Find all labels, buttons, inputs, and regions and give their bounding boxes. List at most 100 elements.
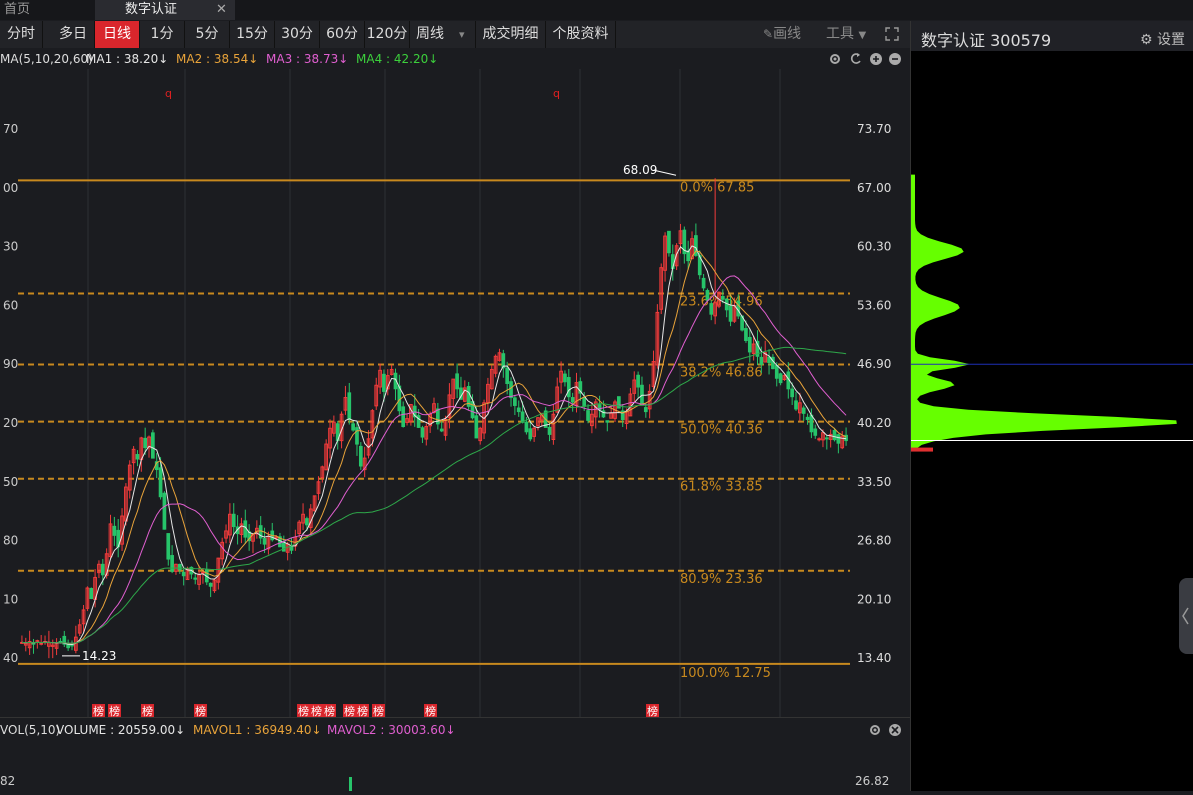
indicator-name[interactable]: MA(5,10,20,60) <box>0 52 93 66</box>
ma-legend: MA(5,10,20,60) MA1 : 38.20↓ MA2 : 38.54↓… <box>0 49 910 69</box>
draw-line-button[interactable]: ✎画线 <box>763 21 801 48</box>
y-axis-tick-label: 20.10 <box>857 592 891 606</box>
candle-body <box>289 546 294 551</box>
candle-body <box>747 336 752 353</box>
candle-body <box>509 381 513 399</box>
gear-icon[interactable] <box>870 725 880 735</box>
ma3-value: MA3 : 38.73↓ <box>266 52 349 66</box>
y-axis-left-tick-label: 70 <box>3 122 18 136</box>
candle-body <box>305 518 309 526</box>
list-badge-label: 榜 <box>93 704 104 717</box>
volume-left-axis-label: 82 <box>0 774 16 788</box>
y-axis-tick-label: 53.60 <box>857 298 891 312</box>
mavol2-value: MAVOL2 : 30003.60↓ <box>327 723 456 737</box>
ma4-value: MA4 : 42.20↓ <box>356 52 439 66</box>
period-weekly-label: 周线 <box>416 26 444 42</box>
candle-body <box>744 328 748 342</box>
candle-body <box>836 434 841 444</box>
candle-body <box>201 571 205 574</box>
fullscreen-icon[interactable] <box>885 27 899 41</box>
period-30min-button[interactable]: 30分 <box>275 21 320 48</box>
remove-icon[interactable] <box>889 53 901 65</box>
volume-bar <box>349 777 352 791</box>
volume-indicator-name[interactable]: VOL(5,10) <box>0 723 60 737</box>
candle-body <box>158 467 163 498</box>
candle-body <box>705 290 710 301</box>
volume-profile-panel <box>911 51 1193 791</box>
stock-title: 数字认证 300579 <box>921 31 1052 50</box>
high-price-label: 68.09 <box>623 163 657 177</box>
candle-body <box>193 577 198 580</box>
volume-value: VOLUME : 20559.00↓ <box>56 723 186 737</box>
period-15min-button[interactable]: 15分 <box>230 21 275 48</box>
candle-body <box>520 411 525 423</box>
candle-body <box>524 421 529 433</box>
y-axis-left-tick-label: 50 <box>3 475 18 489</box>
volume-axis-label: 26.82 <box>855 774 890 788</box>
candle-body <box>547 426 552 435</box>
kline-chart[interactable]: 73.70 70 67.00 00 60.30 30 53.60 60 46.90 90 40.20… <box>0 69 910 717</box>
period-5min-button[interactable]: 5分 <box>185 21 230 48</box>
y-axis-tick-label: 46.90 <box>857 357 891 371</box>
chevron-down-icon[interactable]: ▾ <box>459 21 465 48</box>
y-axis-left-tick-label: 80 <box>3 534 18 548</box>
y-axis-tick-label: 67.00 <box>857 181 891 195</box>
candle-body <box>143 437 148 449</box>
candle-body <box>794 400 798 410</box>
period-120min-button[interactable]: 120分 <box>365 21 410 48</box>
ma1-value: MA1 : 38.20↓ <box>86 52 169 66</box>
fib-level-label: 50.0% 40.36 <box>680 423 763 438</box>
candle-body <box>824 437 829 440</box>
period-weekly-button[interactable]: 周线 ▾ <box>410 21 476 48</box>
candle-body <box>382 373 386 392</box>
profile-low-marker <box>911 447 933 452</box>
y-axis-tick-label: 26.80 <box>857 534 891 548</box>
period-intraday-button[interactable]: 分时 <box>0 21 43 48</box>
candle-body <box>262 538 267 545</box>
candle-body <box>817 438 821 441</box>
settings-button[interactable]: ⚙ 设置 <box>1140 29 1185 49</box>
list-badge-label: 榜 <box>298 704 309 717</box>
fib-level-label: 80.9% 23.36 <box>680 572 763 587</box>
candle-body <box>151 432 155 459</box>
ma2-value: MA2 : 38.54↓ <box>176 52 259 66</box>
volume-profile-chart <box>911 174 1193 452</box>
y-axis-left-tick-label: 40 <box>3 651 18 665</box>
candle-body <box>605 420 610 423</box>
y-axis-left-tick-label: 20 <box>3 416 18 430</box>
period-multiday-button[interactable]: 多日 <box>52 21 95 48</box>
list-badge-label: 榜 <box>109 704 120 717</box>
trade-details-button[interactable]: 成交明细 <box>476 21 546 48</box>
stock-profile-button[interactable]: 个股资料 <box>546 21 616 48</box>
period-1min-button[interactable]: 1分 <box>140 21 185 48</box>
indicator-controls <box>830 53 901 65</box>
tab-stock[interactable]: 数字认证 <box>95 0 235 20</box>
close-icon[interactable] <box>889 724 901 736</box>
volume-controls <box>870 724 901 736</box>
fib-level-label: 61.8% 33.85 <box>680 480 763 495</box>
add-icon[interactable] <box>870 53 882 65</box>
candle-body <box>566 376 571 398</box>
panel-collapse-handle[interactable] <box>1179 578 1193 654</box>
list-badge-label: 榜 <box>311 704 322 717</box>
chevron-down-icon: ▼ <box>858 30 867 41</box>
gear-icon[interactable] <box>830 54 840 64</box>
candle-body <box>701 277 706 289</box>
list-badge-label: 榜 <box>373 704 384 717</box>
pencil-icon: ✎ <box>763 27 774 41</box>
tab-home[interactable]: 首页 <box>0 0 30 20</box>
period-daily-button[interactable]: 日线 <box>95 21 140 48</box>
y-axis-left-tick-label: 90 <box>3 357 18 371</box>
tools-button[interactable]: 工具 ▼ <box>826 21 866 48</box>
list-badge-label: 榜 <box>425 704 436 717</box>
draw-line-label: 画线 <box>773 26 802 42</box>
period-toolbar: 分时 多日 日线 1分 5分 15分 30分 60分 120分 周线 ▾ 成交明… <box>0 21 910 48</box>
ma60-line <box>21 346 847 644</box>
candle-body <box>636 374 640 388</box>
refresh-icon[interactable] <box>850 53 861 64</box>
candle-body <box>135 454 140 460</box>
candle-body <box>439 428 444 432</box>
candle-body <box>39 642 44 645</box>
close-tab-icon[interactable]: ✕ <box>216 0 227 20</box>
period-60min-button[interactable]: 60分 <box>320 21 365 48</box>
